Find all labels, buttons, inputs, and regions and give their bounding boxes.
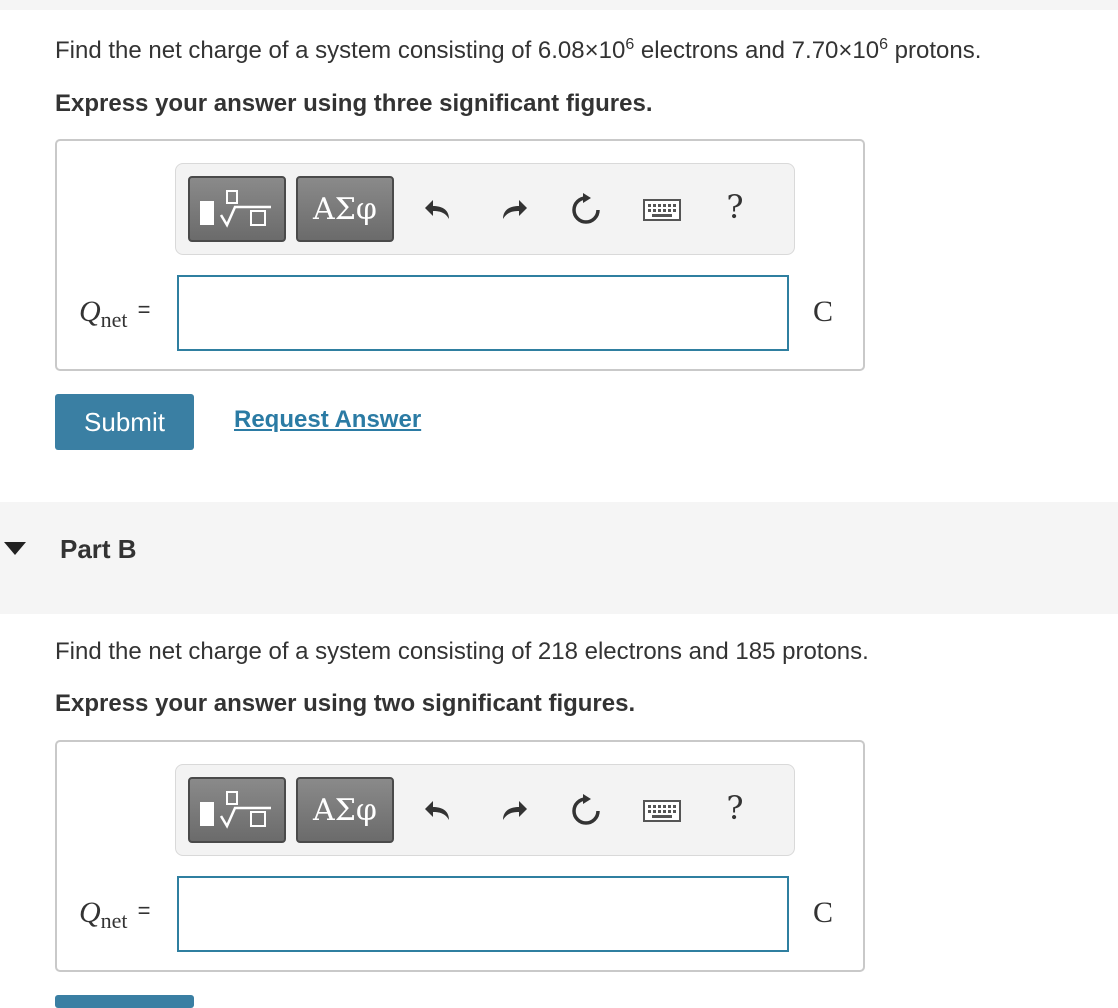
part-b-answer-box: ΑΣφ ? Qnet = C [55,740,865,972]
redo-icon[interactable] [496,192,532,228]
answer-input[interactable] [177,275,789,351]
symbols-button[interactable]: ΑΣφ [296,176,394,242]
symbols-button[interactable]: ΑΣφ [296,777,394,843]
variable-label: Qnet = [79,896,151,933]
answer-input[interactable] [177,876,789,952]
part-a-answer-box: ΑΣφ ? Qnet = C [55,139,865,371]
submit-button-partial[interactable] [55,995,194,1008]
templates-button[interactable] [188,777,286,843]
submit-button[interactable]: Submit [55,394,194,450]
part-a-instruction: Express your answer using three signific… [55,90,653,117]
keyboard-icon[interactable] [642,793,682,829]
math-toolbar: ΑΣφ ? [175,163,795,255]
help-icon[interactable]: ? [720,789,750,829]
undo-icon[interactable] [420,192,456,228]
templates-button[interactable] [188,176,286,242]
variable-label: Qnet = [79,295,151,332]
keyboard-icon[interactable] [642,192,682,228]
collapse-caret-icon[interactable] [4,542,26,555]
part-b-question: Find the net charge of a system consisti… [55,638,869,665]
part-a-question: Find the net charge of a system consisti… [55,36,982,64]
unit-label: C [813,896,834,929]
part-b-header[interactable] [0,502,1118,614]
templates-icon [200,791,271,829]
request-answer-link[interactable]: Request Answer [234,406,421,434]
undo-icon[interactable] [420,793,456,829]
part-b-title: Part B [60,534,137,564]
help-icon[interactable]: ? [720,188,750,228]
templates-icon [200,190,271,228]
part-b-instruction: Express your answer using two significan… [55,690,636,717]
top-strip [0,0,1118,10]
reset-icon[interactable] [568,192,604,228]
reset-icon[interactable] [568,793,604,829]
math-toolbar: ΑΣφ ? [175,764,795,856]
redo-icon[interactable] [496,793,532,829]
unit-label: C [813,295,834,328]
